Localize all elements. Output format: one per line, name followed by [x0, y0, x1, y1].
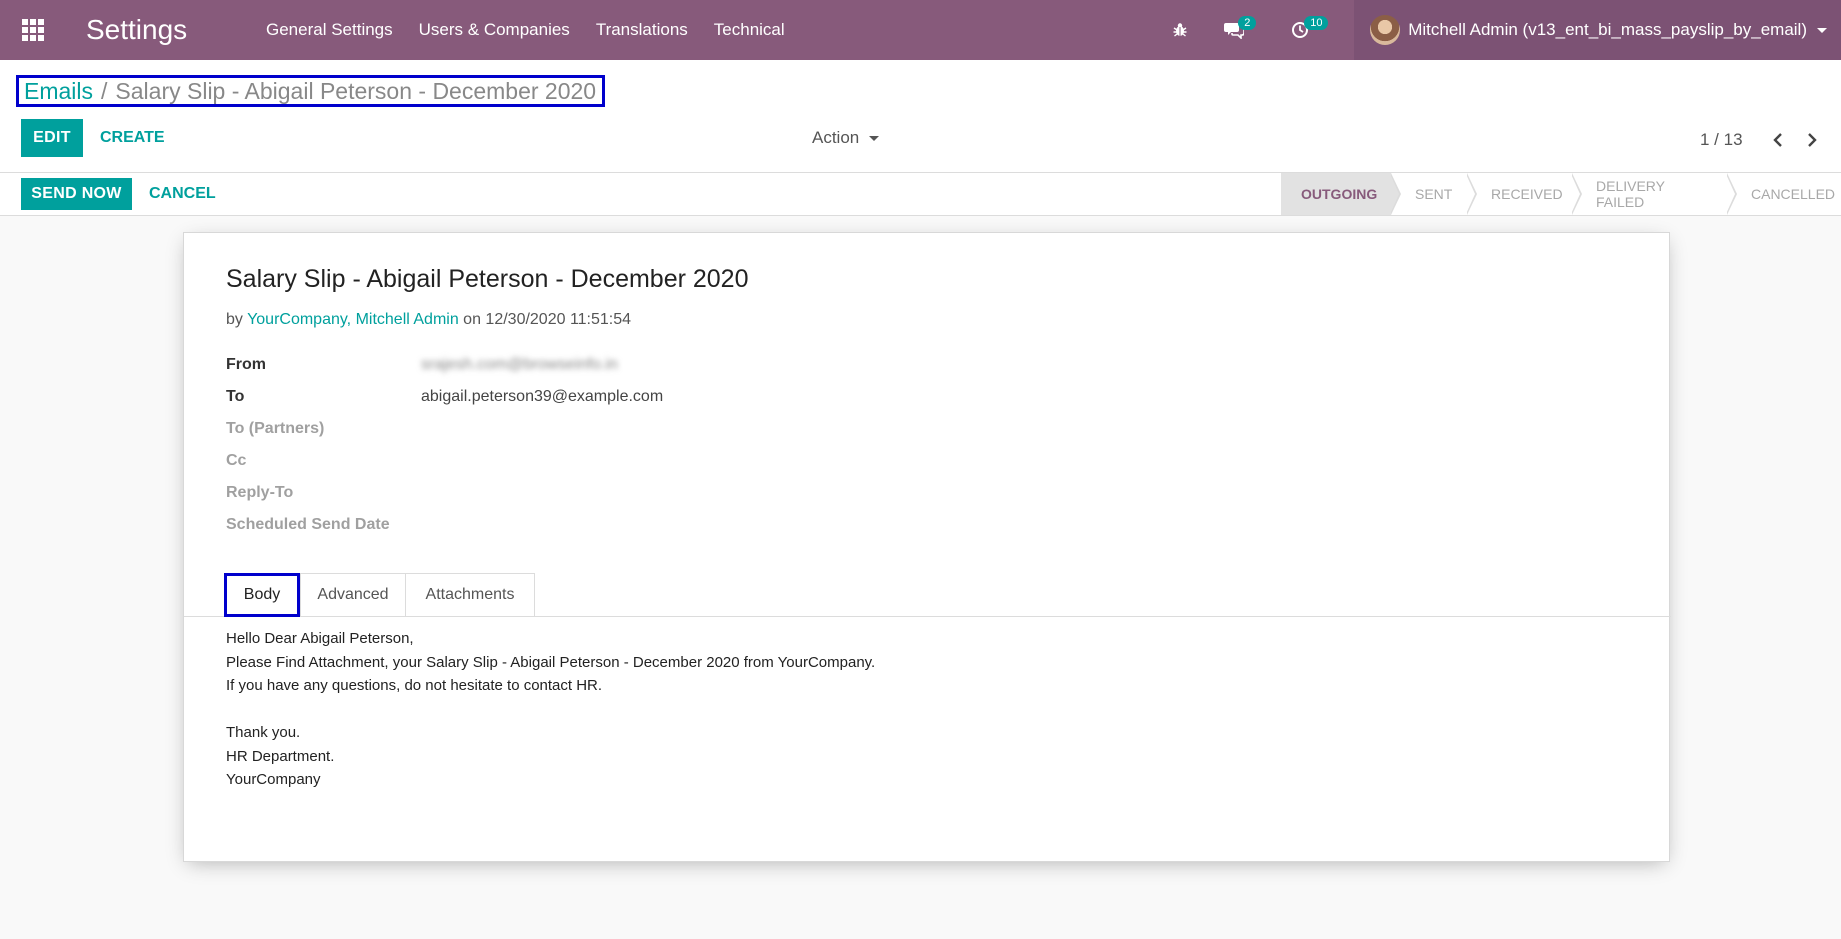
to-value[interactable]: abigail.peterson39@example.com — [421, 388, 663, 406]
to-partners-label: To (Partners) — [226, 420, 325, 437]
on-prefix: on — [463, 311, 481, 328]
chevron-left-icon[interactable] — [1765, 128, 1791, 152]
debug-bug-icon[interactable] — [1160, 0, 1200, 60]
field-from: From srajesh.com@browseinfo.in — [226, 356, 618, 374]
stage-received[interactable]: RECEIVED — [1467, 173, 1582, 215]
body-line: If you have any questions, do not hesita… — [226, 677, 603, 694]
mail-authors-link[interactable]: YourCompany, Mitchell Admin — [247, 311, 459, 328]
from-label: From — [226, 356, 266, 373]
stage-label: DELIVERY FAILED — [1596, 178, 1665, 210]
send-now-button[interactable]: SEND NOW — [21, 178, 132, 210]
mail-body: Hello Dear Abigail Peterson, Please Find… — [226, 627, 875, 792]
user-avatar — [1370, 15, 1401, 45]
messages-badge: 2 — [1238, 16, 1257, 30]
tab-body[interactable]: Body — [224, 573, 300, 617]
stage-label: SENT — [1415, 186, 1453, 202]
action-label: Action — [812, 128, 860, 147]
body-line: Please Find Attachment, your Salary Slip… — [226, 653, 876, 671]
menu-users-companies[interactable]: Users & Companies — [419, 20, 570, 40]
breadcrumb-current: Salary Slip - Abigail Peterson - Decembe… — [115, 77, 597, 104]
cc-label: Cc — [226, 452, 247, 469]
body-line: YourCompany — [226, 771, 321, 788]
status-bar: SEND NOW CANCEL OUTGOING SENT RECEIVED D… — [0, 172, 1841, 216]
pager: 1 / 13 — [1700, 128, 1825, 152]
notebook-tabs: Body Advanced Attachments — [184, 573, 1671, 617]
stage-sent[interactable]: SENT — [1391, 173, 1477, 215]
by-prefix: by — [226, 311, 243, 328]
pager-value[interactable]: 1 / 13 — [1700, 130, 1743, 150]
messages-icon[interactable]: 2 — [1214, 0, 1257, 60]
mail-subject: Salary Slip - Abigail Peterson - Decembe… — [226, 265, 749, 293]
menu-translations[interactable]: Translations — [596, 20, 688, 40]
body-line: HR Department. — [226, 747, 335, 765]
action-dropdown[interactable]: Action — [812, 128, 880, 148]
stage-outgoing[interactable]: OUTGOING — [1281, 173, 1401, 215]
from-value[interactable]: srajesh.com@browseinfo.in — [421, 356, 618, 374]
apps-menu-icon[interactable] — [0, 0, 66, 60]
menu-general-settings[interactable]: General Settings — [266, 20, 393, 40]
mail-form-sheet: Salary Slip - Abigail Peterson - Decembe… — [183, 232, 1671, 862]
breadcrumb-separator: / — [101, 77, 108, 104]
chevron-down-icon — [1817, 27, 1827, 33]
control-panel: Emails / Salary Slip - Abigail Peterson … — [0, 60, 1841, 172]
status-stages: OUTGOING SENT RECEIVED DELIVERY FAILED C… — [1281, 173, 1841, 215]
field-to-partners: To (Partners) — [226, 420, 421, 438]
user-name: Mitchell Admin (v13_ent_bi_mass_payslip_… — [1408, 20, 1807, 39]
scheduled-date-label: Scheduled Send Date — [226, 516, 390, 533]
breadcrumb-emails-link[interactable]: Emails — [24, 78, 93, 105]
activities-clock-icon[interactable]: 10 — [1280, 0, 1329, 60]
app-title: Settings — [86, 14, 188, 45]
stage-label: RECEIVED — [1491, 186, 1563, 202]
top-menu: General Settings Users & Companies Trans… — [266, 20, 811, 40]
mail-date: 12/30/2020 11:51:54 — [485, 311, 632, 328]
stage-label: CANCELLED — [1751, 186, 1836, 202]
field-scheduled-date: Scheduled Send Date — [226, 516, 526, 534]
body-line: Thank you. — [226, 724, 301, 741]
field-to: To abigail.peterson39@example.com — [226, 388, 663, 406]
tab-advanced[interactable]: Advanced — [300, 573, 406, 616]
user-menu[interactable]: Mitchell Admin (v13_ent_bi_mass_payslip_… — [1354, 0, 1841, 60]
breadcrumb: Emails / Salary Slip - Abigail Peterson … — [16, 75, 606, 107]
mail-author-line: by YourCompany, Mitchell Admin on 12/30/… — [226, 311, 631, 329]
stage-cancelled[interactable]: CANCELLED — [1727, 173, 1841, 215]
caret-down-icon — [869, 135, 880, 141]
top-navbar: Settings General Settings Users & Compan… — [0, 0, 1841, 60]
field-cc: Cc — [226, 452, 421, 470]
create-button[interactable]: CREATE — [100, 129, 165, 147]
stage-label: OUTGOING — [1301, 186, 1378, 202]
edit-button[interactable]: EDIT — [21, 119, 83, 157]
body-line: Hello Dear Abigail Peterson, — [226, 630, 414, 647]
reply-to-label: Reply-To — [226, 484, 294, 501]
activities-badge: 10 — [1304, 16, 1329, 30]
stage-delivery-failed[interactable]: DELIVERY FAILED — [1572, 173, 1737, 215]
to-label: To — [226, 388, 245, 405]
field-reply-to: Reply-To — [226, 484, 421, 502]
cancel-button[interactable]: CANCEL — [149, 185, 216, 203]
menu-technical[interactable]: Technical — [714, 20, 785, 40]
tab-attachments[interactable]: Attachments — [405, 573, 535, 616]
chevron-right-icon[interactable] — [1799, 128, 1825, 152]
